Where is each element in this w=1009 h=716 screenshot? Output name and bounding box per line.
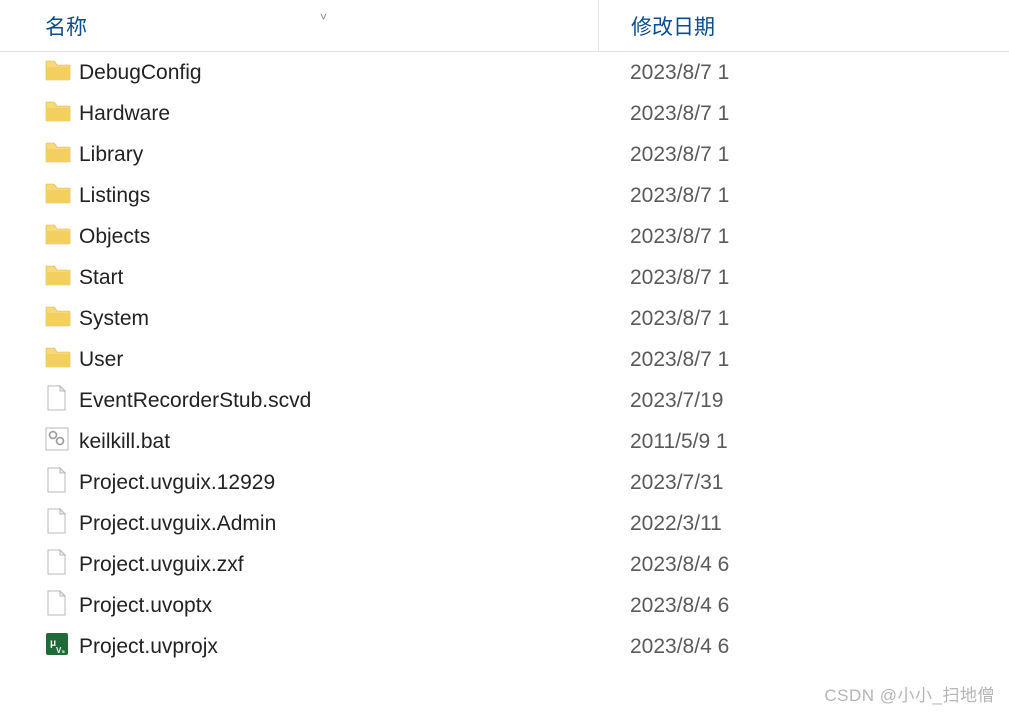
file-date: 2023/8/7 1 — [630, 184, 810, 208]
file-icon-cell — [45, 346, 79, 374]
file-date: 2023/8/7 1 — [630, 143, 810, 167]
file-row[interactable]: μ V₅ Project.uvprojx2023/8/4 6 — [0, 626, 1009, 667]
file-date: 2022/3/11 — [630, 512, 810, 536]
file-date: 2023/8/4 6 — [630, 553, 810, 577]
file-icon — [45, 385, 67, 417]
file-name: keilkill.bat — [79, 430, 630, 454]
folder-icon — [45, 100, 71, 128]
file-row[interactable]: Project.uvguix.Admin2022/3/11 — [0, 503, 1009, 544]
file-icon-cell — [45, 305, 79, 333]
file-row[interactable]: Hardware2023/8/7 1 — [0, 93, 1009, 134]
file-date: 2023/8/4 6 — [630, 635, 810, 659]
uvision-project-icon: μ V₅ — [45, 632, 69, 662]
folder-icon — [45, 346, 71, 374]
file-date: 2023/8/7 1 — [630, 102, 810, 126]
file-row[interactable]: Project.uvguix.129292023/7/31 — [0, 462, 1009, 503]
column-header-date[interactable]: 修改日期 — [598, 0, 778, 51]
file-icon-cell: μ V₅ — [45, 632, 79, 662]
file-icon-cell — [45, 467, 79, 499]
file-icon-cell — [45, 223, 79, 251]
file-name: Project.uvguix.Admin — [79, 512, 630, 536]
file-date: 2023/8/7 1 — [630, 348, 810, 372]
file-name: Project.uvoptx — [79, 594, 630, 618]
sort-indicator-icon: ˅ — [320, 10, 327, 24]
file-icon — [45, 508, 67, 540]
folder-icon — [45, 182, 71, 210]
file-icon-cell — [45, 59, 79, 87]
file-row[interactable]: Project.uvguix.zxf2023/8/4 6 — [0, 544, 1009, 585]
file-row[interactable]: Start2023/8/7 1 — [0, 257, 1009, 298]
file-date: 2023/8/7 1 — [630, 61, 810, 85]
file-icon-cell — [45, 182, 79, 210]
bat-file-icon — [45, 427, 69, 457]
file-name: Listings — [79, 184, 630, 208]
folder-icon — [45, 141, 71, 169]
file-name: Project.uvguix.12929 — [79, 471, 630, 495]
file-icon-cell — [45, 141, 79, 169]
file-icon-cell — [45, 385, 79, 417]
file-row[interactable]: keilkill.bat2011/5/9 1 — [0, 421, 1009, 462]
file-date: 2011/5/9 1 — [630, 430, 810, 454]
file-name: System — [79, 307, 630, 331]
file-row[interactable]: System2023/8/7 1 — [0, 298, 1009, 339]
file-date: 2023/8/7 1 — [630, 225, 810, 249]
folder-icon — [45, 223, 71, 251]
file-date: 2023/7/31 — [630, 471, 810, 495]
column-header-name[interactable]: 名称 ˅ — [0, 11, 598, 41]
file-name: Project.uvprojx — [79, 635, 630, 659]
file-name: User — [79, 348, 630, 372]
file-date: 2023/8/7 1 — [630, 266, 810, 290]
watermark-text: CSDN @小小_扫地僧 — [824, 681, 995, 706]
file-row[interactable]: EventRecorderStub.scvd2023/7/19 — [0, 380, 1009, 421]
folder-icon — [45, 305, 71, 333]
file-name: EventRecorderStub.scvd — [79, 389, 630, 413]
file-icon-cell — [45, 427, 79, 457]
file-row[interactable]: Project.uvoptx2023/8/4 6 — [0, 585, 1009, 626]
header-date-label: 修改日期 — [631, 11, 715, 41]
file-name: Hardware — [79, 102, 630, 126]
file-list: DebugConfig2023/8/7 1 Hardware2023/8/7 1… — [0, 52, 1009, 667]
file-row[interactable]: User2023/8/7 1 — [0, 339, 1009, 380]
svg-text:V₅: V₅ — [56, 646, 65, 655]
file-date: 2023/8/7 1 — [630, 307, 810, 331]
header-name-label: 名称 — [45, 16, 87, 39]
file-icon-cell — [45, 264, 79, 292]
file-name: Library — [79, 143, 630, 167]
file-row[interactable]: Listings2023/8/7 1 — [0, 175, 1009, 216]
file-name: DebugConfig — [79, 61, 630, 85]
file-icon-cell — [45, 590, 79, 622]
file-icon-cell — [45, 100, 79, 128]
file-row[interactable]: Objects2023/8/7 1 — [0, 216, 1009, 257]
file-row[interactable]: DebugConfig2023/8/7 1 — [0, 52, 1009, 93]
file-row[interactable]: Library2023/8/7 1 — [0, 134, 1009, 175]
file-date: 2023/7/19 — [630, 389, 810, 413]
file-icon-cell — [45, 549, 79, 581]
file-icon-cell — [45, 508, 79, 540]
file-name: Start — [79, 266, 630, 290]
file-icon — [45, 467, 67, 499]
folder-icon — [45, 59, 71, 87]
column-header-row: 名称 ˅ 修改日期 — [0, 0, 1009, 52]
folder-icon — [45, 264, 71, 292]
file-date: 2023/8/4 6 — [630, 594, 810, 618]
file-icon — [45, 549, 67, 581]
file-name: Project.uvguix.zxf — [79, 553, 630, 577]
file-icon — [45, 590, 67, 622]
file-name: Objects — [79, 225, 630, 249]
